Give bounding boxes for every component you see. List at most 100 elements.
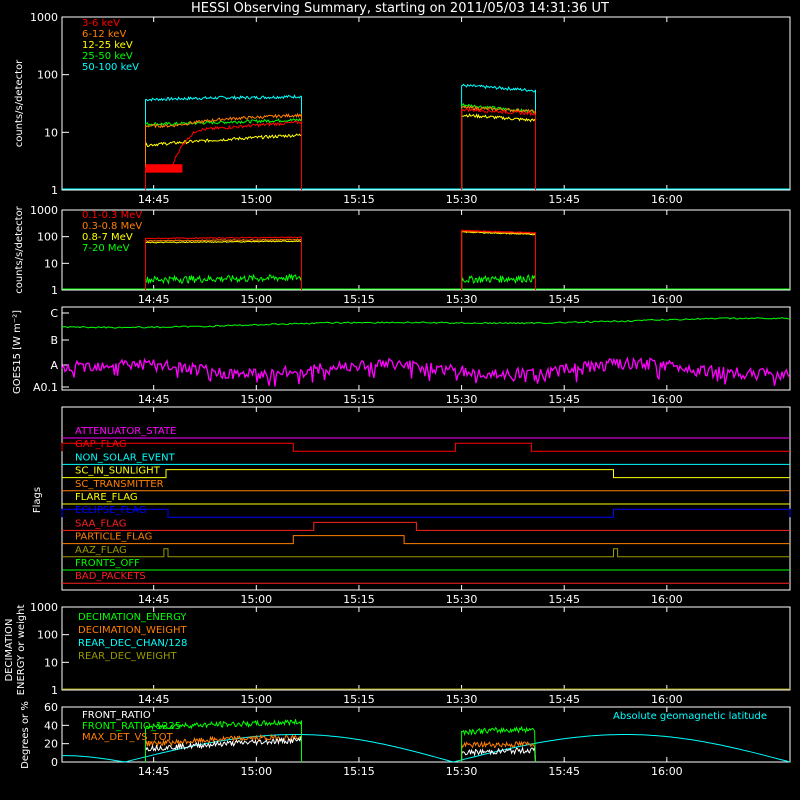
panel1-xtick-label: 14:45 (138, 193, 170, 206)
series-line-12-25 keV (145, 133, 302, 190)
legend-entry: REAR_DEC_WEIGHT (78, 651, 177, 662)
panel2-ytick-label: 10 (44, 257, 58, 270)
flag-label: SAA_FLAG (75, 518, 126, 529)
panel5-xtick-label: 16:00 (651, 693, 683, 706)
panel5-ytick-label: 1000 (30, 601, 58, 614)
legend-entry: FRONT_RATIO (82, 710, 151, 721)
panel1-ylabel: counts/s/detector (14, 59, 25, 147)
panel4-xtick-label: 15:45 (548, 593, 580, 606)
panel5-xtick-label: 15:00 (240, 693, 272, 706)
panel2-xtick-label: 14:45 (138, 293, 170, 306)
legend-entry: DECIMATION_ENERGY (78, 612, 187, 623)
flag-line-AAZ_FLAG (62, 548, 790, 558)
annotation-geomag: Absolute geomagnetic latitude (613, 711, 767, 722)
legend-entry: MAX_DET_VS_TOT (82, 732, 174, 743)
panel1-ytick-label: 1000 (30, 11, 58, 24)
flag-label: AAZ_FLAG (75, 545, 127, 556)
panel4-xtick-label: 16:00 (651, 593, 683, 606)
flag-label: NON_SOLAR_EVENT (75, 452, 176, 463)
panel1-ytick-label: 1 (51, 184, 58, 197)
series-line-6-12 keV (145, 112, 302, 190)
panel2-ytick-label: 100 (37, 231, 58, 244)
flag-line-ECLIPSE_FLAG (61, 508, 791, 518)
panel1-xtick-label: 15:00 (240, 193, 272, 206)
panel4-xtick-label: 14:45 (138, 593, 170, 606)
series-line-50-100 keV (145, 94, 302, 190)
panel3-frame (61, 306, 791, 391)
panel2-xtick-label: 15:15 (343, 293, 375, 306)
series-line-goes-short (61, 356, 791, 387)
legend-entry: 50-100 keV (82, 62, 139, 73)
panel5-ylabel-line1: DECIMATION (4, 618, 15, 681)
legend-entry: 0.8-7 MeV (82, 232, 133, 243)
panel6-ytick-label: 0 (51, 756, 58, 769)
panel6-ylabel: Degrees or % (20, 701, 31, 769)
flag-label: GAP_FLAG (75, 439, 127, 450)
flag-line-PARTICLE_FLAG (62, 535, 790, 545)
series-line-7-20 MeV (461, 274, 536, 290)
series-line-3-6 keV (461, 107, 536, 190)
panel5-xtick-label: 15:45 (548, 693, 580, 706)
flag-label: PARTICLE_FLAG (75, 532, 152, 543)
series-line-FRONT_RATIO (461, 745, 536, 763)
legend-entry: 0.1-0.3 MeV (82, 210, 142, 221)
panel1-ytick-label: 100 (37, 69, 58, 82)
flag-label: SC_TRANSMITTER (75, 479, 164, 490)
panel3-ytick-label: B (50, 334, 58, 347)
panel4-ylabel: Flags (32, 487, 43, 513)
flag-label: FRONTS_OFF (75, 558, 140, 569)
legend-entry: REAR_DEC_CHAN/128 (78, 638, 187, 649)
flag-line-GAP_FLAG (61, 442, 790, 452)
panel4-xtick-label: 15:15 (343, 593, 375, 606)
series-line-goes-long (61, 317, 790, 329)
legend-entry: 6-12 keV (82, 29, 126, 40)
panel1-xtick-label: 15:15 (343, 193, 375, 206)
series-line-12-25 keV (461, 113, 536, 190)
panel2-ytick-label: 1 (51, 284, 58, 297)
panel6-xtick-label: 15:45 (548, 765, 580, 778)
legend-entry: 25-50 keV (82, 51, 133, 62)
panel5-ytick-label: 100 (37, 629, 58, 642)
panel6-xtick-label: 15:00 (240, 765, 272, 778)
panel5-xtick-label: 14:45 (138, 693, 170, 706)
flag-label: SC_IN_SUNLIGHT (75, 466, 161, 477)
panel1-ytick-label: 10 (44, 126, 58, 139)
panel2-xtick-label: 15:45 (548, 293, 580, 306)
panel2-xtick-label: 16:00 (651, 293, 683, 306)
panel6-ytick-label: 40 (44, 719, 58, 732)
panel2-xtick-label: 15:00 (240, 293, 272, 306)
panel5-xtick-label: 15:15 (343, 693, 375, 706)
series-line-50-100 keV (461, 83, 536, 190)
flag-line-SAA_FLAG (62, 521, 790, 531)
panel6-xtick-label: 16:00 (651, 765, 683, 778)
legend-entry: 12-25 keV (82, 40, 133, 51)
legend-entry: 0.3-0.8 MeV (82, 221, 142, 232)
panel4-xtick-label: 15:00 (240, 593, 272, 606)
flag-label: ATTENUATOR_STATE (75, 426, 176, 437)
panel6-ytick-label: 60 (44, 701, 58, 714)
panel3-xtick-label: 14:45 (138, 393, 170, 406)
panel1-xtick-label: 15:45 (548, 193, 580, 206)
hessi-summary-chart: 14:45 15:00 15:15 15:30 15:45 16:001101001000… (4, 11, 791, 778)
panel3-xtick-label: 15:00 (240, 393, 272, 406)
legend-entry: 3-6 keV (82, 18, 120, 29)
legend-entry: DECIMATION_WEIGHT (78, 625, 187, 636)
panel4-xtick-label: 15:30 (446, 593, 478, 606)
panel3-xtick-label: 16:00 (651, 393, 683, 406)
panel3-ytick-label: A0.1 (33, 381, 58, 394)
panel6-xtick-label: 14:45 (138, 765, 170, 778)
panel2-ytick-label: 1000 (30, 204, 58, 217)
panel3-xtick-label: 15:30 (446, 393, 478, 406)
panel5-xtick-label: 15:30 (446, 693, 478, 706)
panel3-ytick-label: A (50, 359, 58, 372)
panel6-xtick-label: 15:30 (446, 765, 478, 778)
legend-entry: FRONT_RATIO_1225 (82, 721, 181, 732)
panel3-xtick-label: 15:15 (343, 393, 375, 406)
flag-line-SC_IN_SUNLIGHT (62, 469, 790, 479)
series-line-3-6 keV (145, 119, 302, 190)
panel3-ytick-label: C (50, 307, 58, 320)
panel6-ytick-label: 20 (44, 738, 58, 751)
flag-label: BAD_PACKETS (75, 571, 146, 582)
flag-label: FLARE_FLAG (75, 492, 138, 503)
panel1-xtick-label: 15:30 (446, 193, 478, 206)
